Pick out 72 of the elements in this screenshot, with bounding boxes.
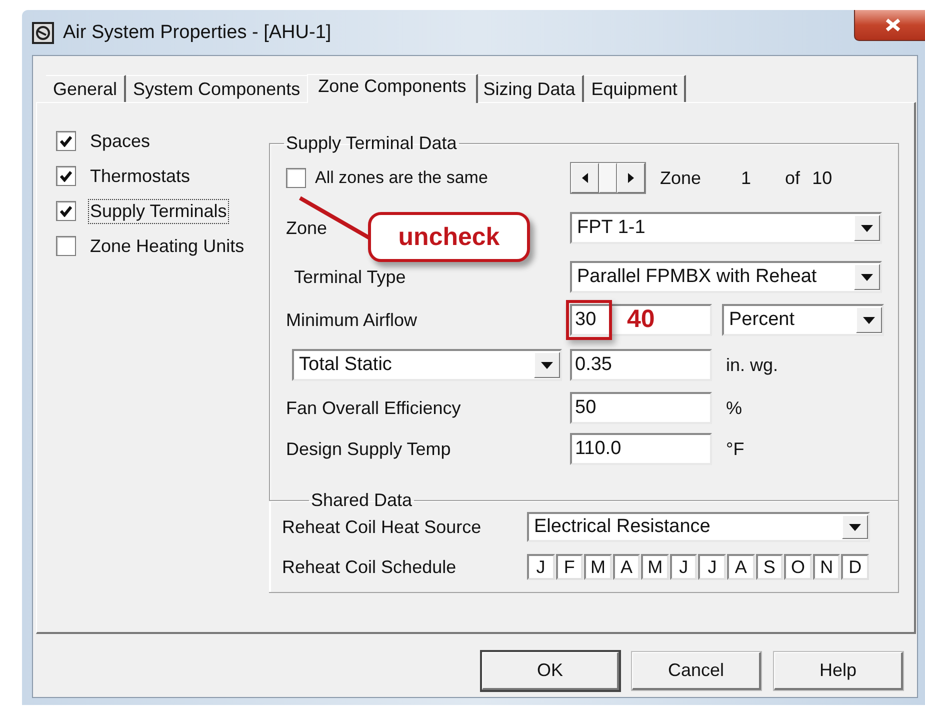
dropdown-button[interactable] [854, 264, 880, 290]
checkbox-label: All zones are the same [315, 168, 488, 188]
checkbox-label: Thermostats [90, 166, 190, 186]
dropdown-button[interactable] [856, 307, 882, 333]
month-toggle[interactable]: F [556, 554, 584, 580]
dialog-button[interactable]: OK [482, 652, 619, 690]
field-label: Fan Overall Efficiency [286, 398, 461, 418]
right-arrow-icon [628, 173, 634, 183]
unit-label: °F [725, 438, 746, 460]
app-icon [32, 22, 54, 44]
checkbox-label: Supply Terminals [90, 200, 227, 222]
check-icon [60, 170, 72, 182]
tab[interactable]: General [46, 75, 126, 102]
left-arrow-icon [582, 173, 588, 183]
dropdown[interactable]: Electrical Resistance [527, 512, 870, 542]
dialog-button[interactable]: Help [774, 652, 903, 690]
zone-total: 10 [812, 168, 832, 188]
zone-label: Zone [660, 168, 702, 188]
highlight-frame [566, 300, 612, 340]
tab[interactable]: Sizing Data [476, 75, 584, 102]
checkbox[interactable] [56, 236, 76, 256]
field-label: Zone [286, 218, 328, 238]
unit-label: % [725, 398, 744, 418]
field-label: Terminal Type [293, 266, 406, 288]
month-toggle[interactable]: J [527, 554, 555, 580]
checkbox[interactable] [286, 168, 306, 188]
callout: uncheck [368, 212, 530, 262]
check-icon [60, 206, 72, 216]
month-toggle[interactable]: S [756, 554, 784, 580]
text-field[interactable]: 50 [570, 392, 712, 424]
of-label: of [785, 168, 800, 188]
month-toggle[interactable]: J [698, 554, 726, 580]
dropdown[interactable]: Parallel FPMBX with Reheat [570, 261, 882, 293]
zone-scrollbar[interactable] [570, 162, 646, 194]
section-title: Shared Data [310, 490, 414, 511]
dropdown-button[interactable] [854, 215, 880, 241]
month-toggle[interactable]: J [670, 554, 698, 580]
month-toggle[interactable]: A [612, 554, 640, 580]
annotation-text: 40 [627, 305, 655, 334]
checkbox[interactable] [56, 131, 76, 151]
tab[interactable]: Equipment [584, 75, 686, 102]
field-label: Minimum Airflow [286, 310, 418, 330]
zone-number: 1 [741, 168, 752, 188]
dropdown[interactable]: Total Static [292, 349, 562, 381]
checkbox[interactable] [56, 201, 76, 221]
month-toggle[interactable]: M [584, 554, 612, 580]
month-toggle[interactable]: N [812, 554, 840, 580]
unit-label: in. wg. [725, 354, 780, 376]
dropdown-button[interactable] [842, 515, 868, 539]
group-title: Supply Terminal Data [285, 133, 458, 154]
close-icon [884, 18, 902, 32]
window-title: Air System Properties - [AHU-1] [63, 22, 332, 44]
tab[interactable]: Zone Components [307, 74, 478, 103]
month-toggle[interactable]: M [641, 554, 669, 580]
field-label: Reheat Coil Heat Source [282, 516, 482, 538]
month-toggle[interactable]: A [727, 554, 755, 580]
field-label: Design Supply Temp [286, 438, 451, 460]
text-field[interactable]: 110.0 [570, 433, 712, 465]
checkbox[interactable] [56, 166, 76, 186]
month-toggle[interactable]: D [841, 554, 869, 580]
check-icon [60, 136, 72, 146]
checkbox-label: Spaces [90, 130, 150, 152]
month-toggle[interactable]: O [784, 554, 812, 580]
checkbox-label: Zone Heating Units [90, 236, 244, 256]
tab[interactable]: System Components [126, 75, 310, 102]
field-label: Reheat Coil Schedule [282, 556, 456, 578]
close-button[interactable] [854, 10, 925, 41]
dialog-button[interactable]: Cancel [632, 652, 761, 690]
dropdown[interactable]: FPT 1-1 [570, 212, 882, 244]
text-field[interactable]: 0.35 [570, 349, 712, 381]
dropdown-button[interactable] [534, 352, 560, 378]
dropdown[interactable]: Percent [722, 304, 884, 336]
